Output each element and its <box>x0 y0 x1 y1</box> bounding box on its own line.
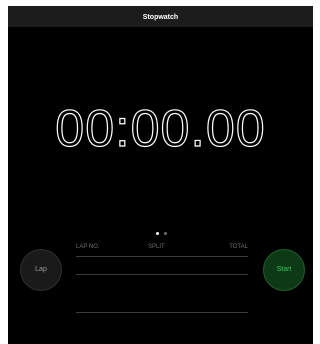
title-bar: Stopwatch <box>8 6 313 27</box>
laps-divider <box>76 256 248 257</box>
laps-divider <box>76 274 248 275</box>
page-indicator[interactable] <box>156 232 176 238</box>
lap-button[interactable]: Lap <box>20 249 62 291</box>
stopwatch-window: Stopwatch 00:00.00 Lap LAP NO. SPLIT TOT… <box>8 6 313 344</box>
column-header-split: SPLIT <box>148 244 165 250</box>
page-dot-inactive[interactable] <box>164 232 167 235</box>
column-header-total: TOTAL <box>229 244 248 250</box>
window-title: Stopwatch <box>142 14 179 21</box>
page-dot-active[interactable] <box>156 232 159 235</box>
start-button[interactable]: Start <box>263 249 305 291</box>
laps-table-header: LAP NO. SPLIT TOTAL <box>76 244 248 256</box>
column-header-lap-no: LAP NO. <box>76 244 100 250</box>
laps-divider <box>76 312 248 313</box>
timer-display: 00:00.00 <box>55 99 266 158</box>
